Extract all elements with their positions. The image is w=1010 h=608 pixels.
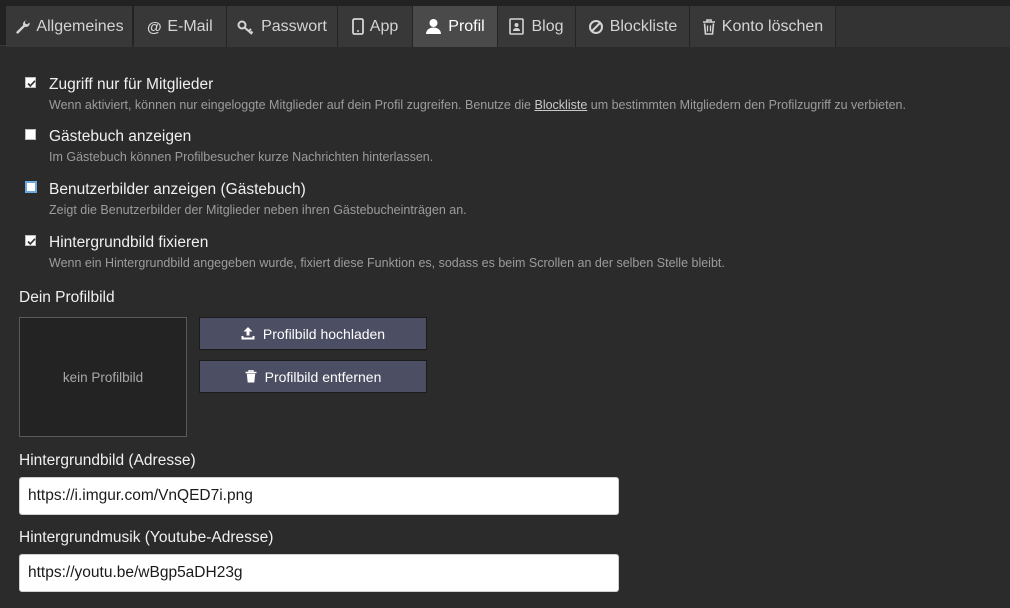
tab-label: Passwort: [261, 17, 327, 35]
option-description: Zeigt die Benutzerbilder der Mitglieder …: [49, 203, 467, 217]
remove-profile-picture-button[interactable]: Profilbild entfernen: [199, 360, 427, 393]
upload-profile-picture-button[interactable]: Profilbild hochladen: [199, 317, 427, 350]
background-image-input[interactable]: [19, 477, 619, 515]
checkmark-icon: [27, 80, 36, 88]
profile-picture-label: Dein Profilbild: [19, 289, 115, 306]
background-music-label: Hintergrundmusik (Youtube-Adresse): [19, 529, 274, 546]
tab-app[interactable]: App: [338, 6, 413, 47]
option-title: Gästebuch anzeigen: [49, 128, 192, 145]
avatar-placeholder-text: kein Profilbild: [62, 369, 144, 385]
tab-label: Blockliste: [609, 17, 678, 35]
user-icon: [426, 19, 442, 34]
option-title: Hintergrundbild fixieren: [49, 234, 209, 251]
blog-icon: [509, 18, 525, 35]
block-icon: [588, 19, 603, 34]
guestbook-checkbox[interactable]: [25, 129, 36, 140]
tab-label: E-Mail: [167, 17, 213, 35]
settings-tab-bar: Allgemeines @ E-Mail Passwort App Profil: [0, 0, 1010, 47]
key-icon: [237, 20, 254, 35]
remove-button-label: Profilbild entfernen: [264, 368, 382, 385]
blockliste-link[interactable]: Blockliste: [534, 98, 587, 112]
tab-bar-filler: [836, 6, 1010, 47]
description-text: Wenn aktiviert, können nur eingeloggte M…: [49, 98, 535, 112]
members-only-checkbox[interactable]: [25, 77, 36, 88]
checkmark-icon: [27, 238, 36, 246]
phone-icon: [351, 18, 364, 35]
tab-blockliste[interactable]: Blockliste: [576, 6, 690, 47]
tab-label: Blog: [531, 17, 564, 35]
tab-label: Allgemeines: [36, 17, 124, 35]
option-description: Im Gästebuch können Profilbesucher kurze…: [49, 150, 434, 164]
option-title: Benutzerbilder anzeigen (Gästebuch): [49, 181, 306, 198]
at-icon: @: [147, 19, 161, 35]
background-music-input[interactable]: [19, 554, 619, 592]
avatar: kein Profilbild: [19, 317, 187, 437]
tab-label: Konto löschen: [721, 17, 824, 35]
fixed-background-checkbox[interactable]: [25, 235, 36, 246]
trash-icon: [702, 18, 715, 35]
tab-allgemeines[interactable]: Allgemeines: [6, 6, 133, 47]
description-text: um bestimmten Mitgliedern den Profilzugr…: [587, 98, 906, 112]
tab-profil[interactable]: Profil: [413, 6, 498, 47]
upload-icon: [241, 327, 255, 340]
tab-passwort[interactable]: Passwort: [227, 6, 338, 47]
tab-label: Profil: [448, 17, 485, 35]
option-description: Wenn aktiviert, können nur eingeloggte M…: [49, 98, 906, 112]
tab-label: App: [369, 17, 399, 35]
tab-konto-loeschen[interactable]: Konto löschen: [690, 6, 836, 47]
wrench-icon: [16, 19, 31, 34]
tab-email[interactable]: @ E-Mail: [134, 6, 227, 47]
trash-icon: [245, 370, 257, 383]
tab-blog[interactable]: Blog: [498, 6, 576, 47]
svg-text:@: @: [147, 19, 161, 35]
option-description: Wenn ein Hintergrundbild angegeben wurde…: [49, 256, 725, 270]
option-title: Zugriff nur für Mitglieder: [49, 76, 214, 93]
upload-button-label: Profilbild hochladen: [262, 325, 386, 342]
background-image-label: Hintergrundbild (Adresse): [19, 452, 196, 469]
user-pictures-checkbox[interactable]: [25, 181, 37, 193]
